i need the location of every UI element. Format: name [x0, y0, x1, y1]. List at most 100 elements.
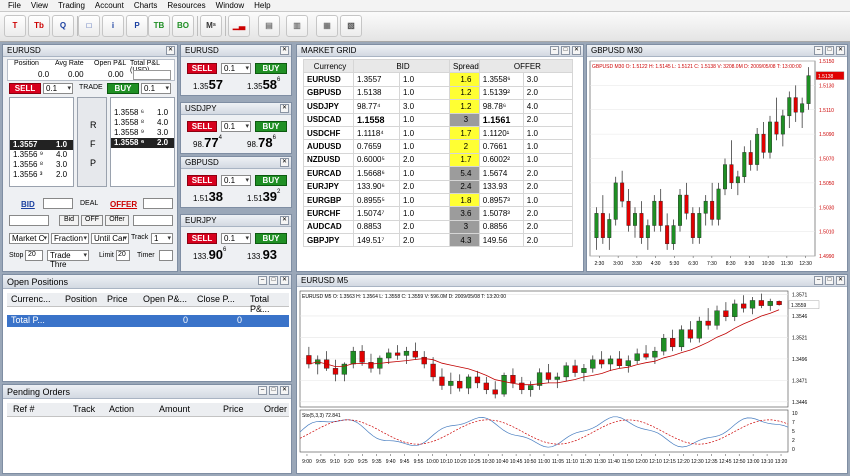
deal-input-right[interactable] — [133, 215, 173, 226]
grid-offer[interactable]: 1.1561 — [478, 112, 524, 127]
grid-row[interactable]: AUDCAD 0.8853 2.0 3 0.8856 2.0 — [303, 219, 574, 235]
tile-sell-button[interactable]: SELL — [187, 121, 217, 132]
grid-offer[interactable]: 0.8957³ — [478, 192, 524, 208]
grid-offer[interactable]: 1.3558⁶ — [478, 72, 524, 87]
grid-row[interactable]: USDCHF 1.1118⁴ 1.0 1.7 1.1120¹ 1.0 — [303, 125, 574, 141]
menu-account[interactable]: Account — [90, 0, 129, 11]
grid-currency[interactable]: USDCHF — [303, 125, 354, 141]
grid-row[interactable]: AUDUSD 0.7659 1.0 2 0.7661 1.0 — [303, 139, 574, 154]
header-open-pl[interactable]: Open P&... — [143, 294, 187, 304]
grid-currency[interactable]: EURCHF — [303, 206, 354, 221]
P-icon[interactable]: P — [126, 15, 148, 37]
tile-lot-select[interactable]: 0.1 — [221, 63, 251, 74]
panel-icon[interactable]: ▤ — [258, 15, 280, 37]
menu-trading[interactable]: Trading — [53, 0, 90, 11]
header-order[interactable]: Order — [264, 404, 287, 414]
grid-currency[interactable]: EURUSD — [303, 72, 354, 87]
grid-row[interactable]: GBPUSD 1.5138 1.0 1.2 1.5139² 2.0 — [303, 85, 574, 101]
minimize-icon[interactable]: – — [258, 386, 267, 395]
tile-buy-button[interactable]: BUY — [255, 121, 287, 132]
fraction-select[interactable]: Fraction — [51, 233, 89, 244]
book-icon[interactable]: ▥ — [286, 15, 308, 37]
grid-row[interactable]: USDJPY 98.77⁴ 3.0 1.2 98.78⁶ 4.0 — [303, 99, 574, 114]
grid-offer[interactable]: 0.7661 — [478, 139, 524, 154]
market-order-select[interactable]: Market C — [9, 233, 49, 244]
gbpusd-candlestick-chart[interactable]: 1.5150 1.5130 1.5110 1.5090 1.5070 1.5050 1.50… — [587, 58, 847, 271]
grid-row[interactable]: EURJPY 133.90⁶ 2.0 2.4 133.93 2.0 — [303, 179, 574, 194]
offer-ladder-row[interactable]: 1.3558 ⁶ 1.0 — [111, 108, 174, 118]
tile-sell-button[interactable]: SELL — [187, 175, 217, 186]
grid-bid[interactable]: 0.6000⁵ — [353, 152, 400, 168]
MS-icon[interactable]: Mˢ — [200, 15, 222, 37]
menu-help[interactable]: Help — [249, 0, 275, 11]
grid-header-spread[interactable]: Spread — [449, 58, 480, 74]
info-icon[interactable]: i — [102, 15, 124, 37]
tile-bid-price[interactable]: 1.5138 — [193, 189, 223, 204]
T-icon[interactable]: T — [4, 15, 26, 37]
menu-charts[interactable]: Charts — [129, 0, 163, 11]
close-icon[interactable]: ✕ — [572, 46, 581, 55]
grid-row[interactable]: EURUSD 1.3557 1.0 1.6 1.3558⁶ 3.0 — [303, 72, 574, 87]
grid-currency[interactable]: USDCAD — [303, 112, 354, 127]
close-icon[interactable]: ✕ — [280, 46, 289, 55]
buy-button[interactable]: BUY — [107, 83, 139, 94]
header-position[interactable]: Position — [65, 294, 97, 304]
grid-offer[interactable]: 98.78⁶ — [478, 99, 524, 114]
close-icon[interactable]: ✕ — [836, 276, 845, 285]
tile-sell-button[interactable]: SELL — [187, 63, 217, 74]
bid-ladder-row[interactable]: 1.3556 ⁹ 4.0 — [10, 150, 73, 160]
tile-ask-price[interactable]: 1.51392 — [247, 189, 280, 204]
grid-currency[interactable]: NZDUSD — [303, 152, 354, 168]
grid-currency[interactable]: GBPJPY — [303, 233, 354, 248]
tile-lot-select[interactable]: 0.1 — [221, 121, 251, 132]
document-icon[interactable]: ▦ — [316, 15, 338, 37]
total-row[interactable]: Total P... 0 0 — [7, 315, 289, 327]
grid-bid[interactable]: 1.1118⁴ — [353, 125, 400, 141]
tile-bid-price[interactable]: 98.774 — [193, 135, 222, 150]
grid-currency[interactable]: USDJPY — [303, 99, 354, 114]
grid-bid[interactable]: 98.77⁴ — [353, 99, 400, 114]
grid-header-currency[interactable]: Currency — [303, 58, 354, 74]
tile-ask-price[interactable]: 98.786 — [247, 135, 276, 150]
stop-input[interactable]: 20 — [25, 250, 43, 261]
header-track[interactable]: Track — [73, 404, 95, 414]
maximize-icon[interactable]: □ — [825, 46, 834, 55]
grid-bid[interactable]: 1.3557 — [353, 72, 400, 87]
BO-icon[interactable]: BO — [172, 15, 194, 37]
grid-bid[interactable]: 149.51⁷ — [353, 233, 400, 248]
close-icon[interactable]: ✕ — [280, 216, 289, 225]
grid-currency[interactable]: GBPUSD — [303, 85, 354, 101]
grid-offer[interactable]: 133.93 — [478, 179, 524, 194]
small-bid-button[interactable]: Bid — [59, 215, 79, 226]
grid-bid[interactable]: 0.8853 — [353, 219, 400, 235]
tile-lot-select[interactable]: 0.1 — [221, 233, 251, 244]
maximize-icon[interactable]: □ — [269, 386, 278, 395]
grid-currency[interactable]: EURJPY — [303, 179, 354, 194]
grid-currency[interactable]: EURCAD — [303, 166, 354, 181]
report-icon[interactable]: ▧ — [340, 15, 362, 37]
grid-header-offer[interactable]: OFFER — [478, 58, 574, 74]
grid-row[interactable]: USDCAD 1.1558 1.0 3 1.1561 2.0 — [303, 112, 574, 127]
menu-window[interactable]: Window — [211, 0, 249, 11]
offer-ladder-row[interactable]: 1.3558 ⁶ 2.0 — [111, 138, 174, 148]
close-icon[interactable]: ✕ — [166, 46, 175, 55]
menu-resources[interactable]: Resources — [162, 0, 210, 11]
header-price[interactable]: Price — [107, 294, 128, 304]
header-amount[interactable]: Amount — [159, 404, 190, 414]
bid-ladder-row[interactable]: 1.3556 ⁸ 3.0 — [10, 160, 73, 170]
minimize-icon[interactable]: – — [814, 276, 823, 285]
limit-input[interactable]: 20 — [116, 250, 130, 261]
timer-input[interactable] — [159, 250, 173, 261]
minimize-icon[interactable]: – — [550, 46, 559, 55]
grid-currency[interactable]: AUDUSD — [303, 139, 354, 154]
grid-bid[interactable]: 0.7659 — [353, 139, 400, 154]
close-icon[interactable]: ✕ — [280, 386, 289, 395]
grid-bid[interactable]: 1.5668⁶ — [353, 166, 400, 181]
header-close-pl[interactable]: Close P... — [197, 294, 235, 304]
buy-lot-select[interactable]: 0.1 — [141, 83, 171, 94]
grid-offer[interactable]: 1.5139² — [478, 85, 524, 101]
close-icon[interactable]: ✕ — [280, 104, 289, 113]
menu-file[interactable]: File — [3, 0, 26, 11]
tile-lot-select[interactable]: 0.1 — [221, 175, 251, 186]
maximize-icon[interactable]: □ — [561, 46, 570, 55]
